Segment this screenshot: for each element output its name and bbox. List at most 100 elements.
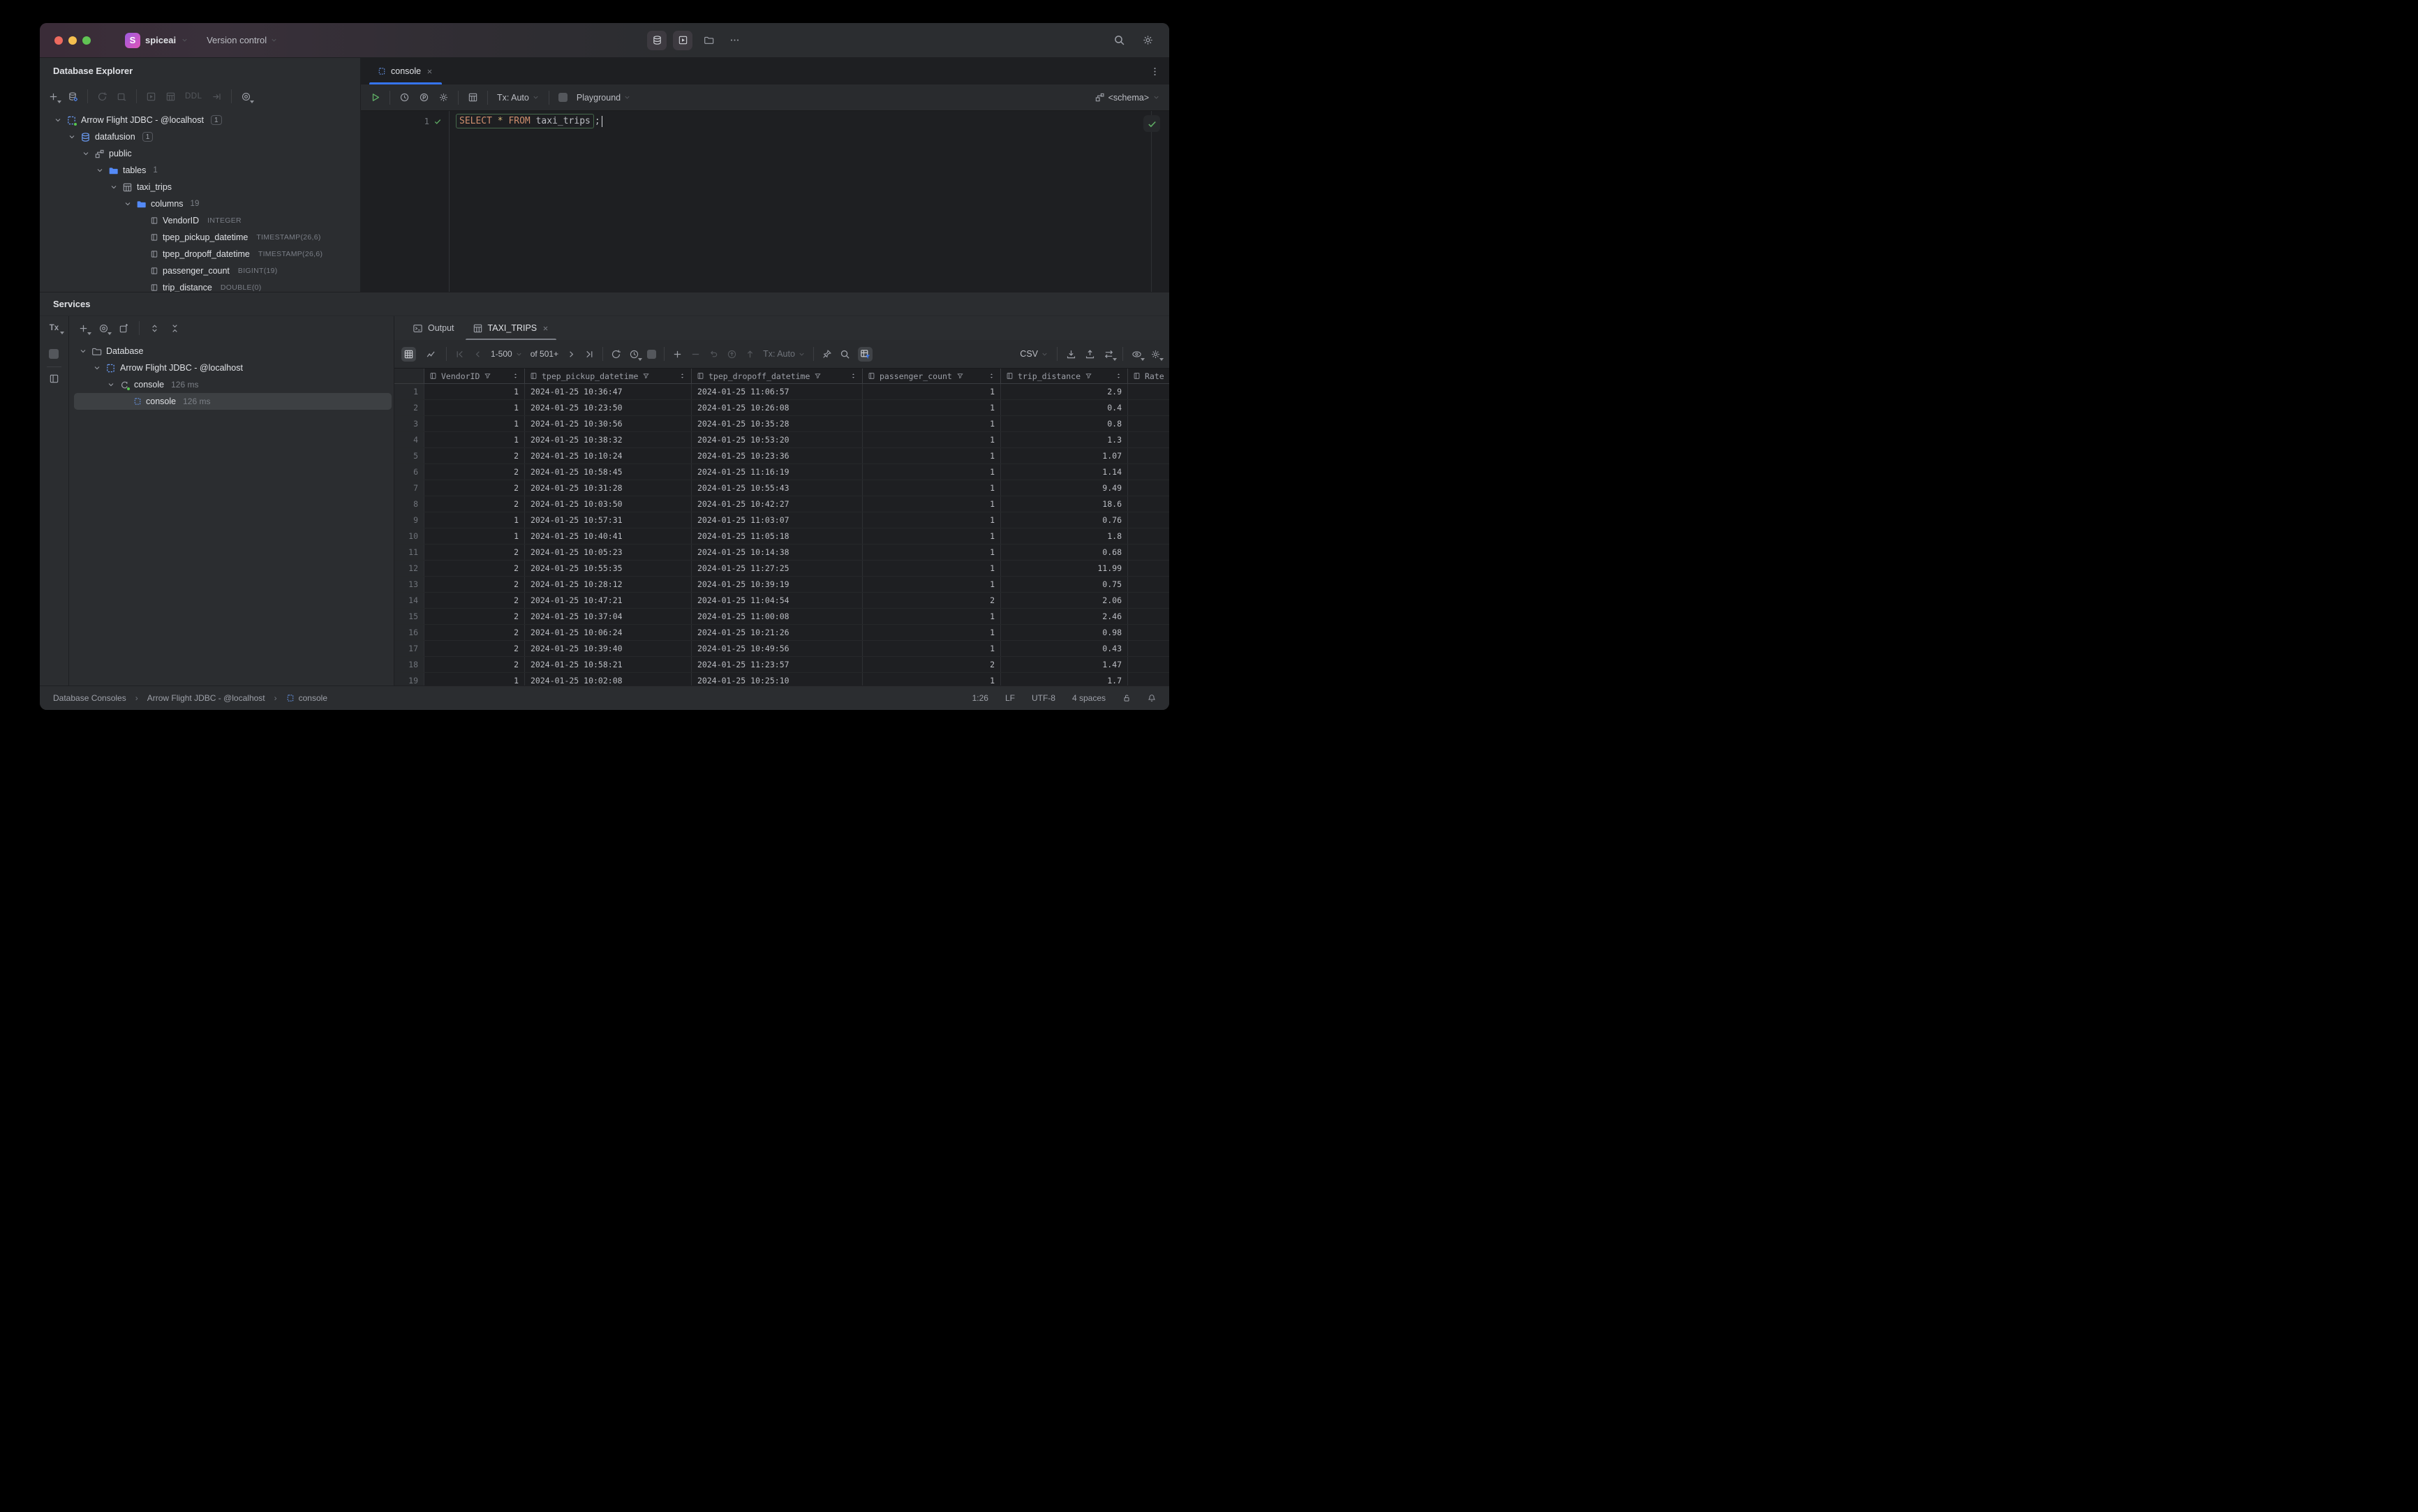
table-cell[interactable]	[1128, 416, 1169, 431]
column-header-trip-distance[interactable]: trip_distance	[1001, 369, 1128, 383]
table-cell[interactable]	[1128, 496, 1169, 512]
auto-refresh-button[interactable]	[629, 349, 643, 361]
minimize-window-button[interactable]	[68, 36, 77, 45]
table-cell[interactable]: 1	[863, 625, 1001, 640]
table-cell[interactable]: 1.47	[1001, 657, 1128, 672]
table-row[interactable]: 13 2 2024-01-25 10:28:12 2024-01-25 10:39:1…	[394, 577, 1169, 593]
previous-page-icon[interactable]	[473, 349, 483, 360]
notifications-bell-icon[interactable]	[1148, 694, 1156, 702]
table-cell[interactable]: 2024-01-25 10:55:35	[525, 561, 692, 576]
table-cell[interactable]	[1128, 577, 1169, 592]
table-cell[interactable]: 1.3	[1001, 432, 1128, 447]
tree-item-table[interactable]: taxi_trips	[40, 179, 360, 195]
next-page-icon[interactable]	[566, 349, 577, 360]
table-cell[interactable]: 0.8	[1001, 416, 1128, 431]
table-cell[interactable]: 1	[424, 673, 525, 685]
table-cell[interactable]: 1	[863, 432, 1001, 447]
table-cell[interactable]: 2024-01-25 11:00:08	[692, 609, 863, 624]
sort-icon[interactable]	[512, 372, 519, 380]
export-format-dropdown[interactable]: CSV	[1020, 349, 1048, 359]
table-cell[interactable]: 2024-01-25 10:23:50	[525, 400, 692, 415]
corner-cell[interactable]	[394, 369, 424, 383]
table-cell[interactable]	[1128, 528, 1169, 544]
services-item-connection[interactable]: Arrow Flight JDBC - @localhost	[69, 360, 394, 376]
vcs-widget[interactable]: Version control	[207, 35, 278, 45]
project-files-button[interactable]	[699, 31, 718, 50]
settings-gear-icon[interactable]	[1142, 34, 1154, 46]
table-cell[interactable]: 2024-01-25 10:42:27	[692, 496, 863, 512]
table-cell[interactable]: 1.7	[1001, 673, 1128, 685]
table-cell[interactable]: 2	[424, 609, 525, 624]
table-row[interactable]: 19 1 2024-01-25 10:02:08 2024-01-25 10:25:1…	[394, 673, 1169, 685]
import-icon[interactable]	[1066, 349, 1076, 360]
services-item-session[interactable]: console 126 ms	[69, 376, 394, 393]
table-cell[interactable]: 2024-01-25 10:14:38	[692, 544, 863, 560]
table-cell[interactable]: 1.8	[1001, 528, 1128, 544]
table-cell[interactable]: 1	[863, 416, 1001, 431]
encoding-widget[interactable]: UTF-8	[1032, 693, 1055, 703]
layout-icon[interactable]	[49, 373, 59, 384]
table-cell[interactable]: 2024-01-25 10:53:20	[692, 432, 863, 447]
table-cell[interactable]: 2	[424, 577, 525, 592]
filter-funnel-icon[interactable]	[814, 372, 822, 380]
console-settings-icon[interactable]	[438, 92, 449, 103]
history-icon[interactable]	[399, 92, 410, 103]
table-cell[interactable]: 1	[863, 673, 1001, 685]
table-cell[interactable]: 2024-01-25 10:37:04	[525, 609, 692, 624]
table-row-number[interactable]: 6	[394, 464, 424, 480]
table-cell[interactable]: 2024-01-25 10:03:50	[525, 496, 692, 512]
caret-position-widget[interactable]: 1:26	[972, 693, 988, 703]
pin-tab-icon[interactable]	[822, 349, 832, 360]
filter-funnel-icon[interactable]	[1085, 372, 1092, 380]
breadcrumb-item[interactable]: console	[299, 693, 327, 703]
table-cell[interactable]: 2	[424, 593, 525, 608]
table-cell[interactable]	[1128, 464, 1169, 480]
table-cell[interactable]	[1128, 384, 1169, 399]
column-header-pickup[interactable]: tpep_pickup_datetime	[525, 369, 692, 383]
table-cell[interactable]	[1128, 400, 1169, 415]
tab-output[interactable]: Output	[406, 316, 461, 340]
chevron-down-icon[interactable]	[79, 347, 87, 355]
close-window-button[interactable]	[54, 36, 63, 45]
table-cell[interactable]: 1	[863, 448, 1001, 464]
table-cell[interactable]: 2024-01-25 11:16:19	[692, 464, 863, 480]
column-header-rate[interactable]: Rate	[1128, 369, 1169, 383]
sort-icon[interactable]	[1115, 372, 1122, 380]
view-settings-icon[interactable]	[1132, 349, 1145, 361]
delete-row-icon[interactable]	[690, 349, 701, 360]
table-row[interactable]: 15 2 2024-01-25 10:37:04 2024-01-25 11:00:0…	[394, 609, 1169, 625]
table-cell[interactable]	[1128, 544, 1169, 560]
table-cell[interactable]: 0.68	[1001, 544, 1128, 560]
tree-item-column[interactable]: tpep_pickup_datetime TIMESTAMP(26,6)	[40, 229, 360, 246]
column-header-vendorid[interactable]: VendorID	[424, 369, 525, 383]
table-cell[interactable]: 2024-01-25 10:35:28	[692, 416, 863, 431]
table-cell[interactable]: 2.9	[1001, 384, 1128, 399]
table-row-number[interactable]: 2	[394, 400, 424, 415]
table-cell[interactable]: 2024-01-25 11:06:57	[692, 384, 863, 399]
chevron-down-icon[interactable]	[82, 149, 90, 158]
browse-table-icon[interactable]	[468, 92, 478, 103]
session-dropdown[interactable]: Playground	[577, 93, 631, 103]
tx-mode-dropdown[interactable]: Tx: Auto	[497, 93, 540, 103]
table-row[interactable]: 7 2 2024-01-25 10:31:28 2024-01-25 10:55:43…	[394, 480, 1169, 496]
table-row-number[interactable]: 3	[394, 416, 424, 431]
project-widget[interactable]: S spiceai	[125, 32, 188, 48]
add-service-button[interactable]	[78, 323, 91, 335]
table-cell[interactable]: 1	[863, 464, 1001, 480]
table-cell[interactable]	[1128, 609, 1169, 624]
table-cell[interactable]	[1128, 480, 1169, 496]
table-cell[interactable]: 2024-01-25 11:03:07	[692, 512, 863, 528]
table-row[interactable]: 11 2 2024-01-25 10:05:23 2024-01-25 10:14:3…	[394, 544, 1169, 561]
first-page-icon[interactable]	[454, 349, 465, 360]
table-cell[interactable]: 9.49	[1001, 480, 1128, 496]
table-cell[interactable]: 1	[424, 528, 525, 544]
disconnect-icon[interactable]	[117, 91, 127, 102]
table-cell[interactable]: 1	[424, 416, 525, 431]
table-cell[interactable]: 2024-01-25 10:05:23	[525, 544, 692, 560]
table-cell[interactable]: 2	[424, 657, 525, 672]
table-row-number[interactable]: 12	[394, 561, 424, 576]
table-row-number[interactable]: 9	[394, 512, 424, 528]
table-cell[interactable]: 1	[863, 384, 1001, 399]
table-cell[interactable]	[1128, 641, 1169, 656]
table-row[interactable]: 17 2 2024-01-25 10:39:40 2024-01-25 10:49:5…	[394, 641, 1169, 657]
